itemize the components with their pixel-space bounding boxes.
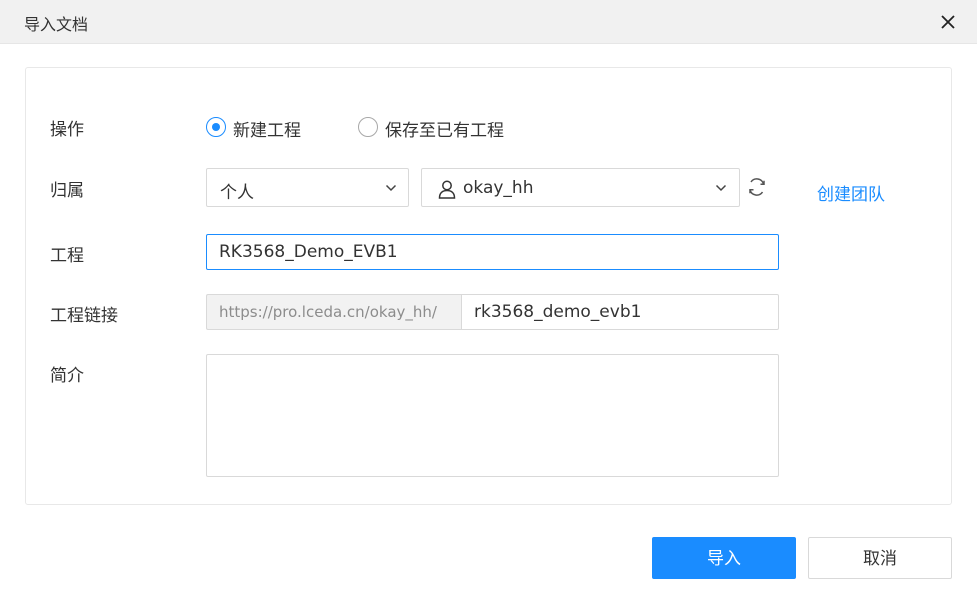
project-name-input[interactable] [206, 234, 779, 270]
description-textarea[interactable] [206, 354, 779, 477]
radio-unchecked-icon [358, 117, 378, 137]
radio-checked-icon [206, 117, 226, 137]
close-icon [941, 15, 955, 29]
refresh-button[interactable] [746, 176, 768, 198]
operation-label: 操作 [50, 120, 84, 140]
close-button[interactable] [933, 8, 963, 36]
import-button[interactable]: 导入 [652, 537, 796, 579]
project-label: 工程 [50, 246, 84, 266]
project-link-input[interactable] [461, 294, 779, 330]
owner-label: 归属 [50, 181, 84, 201]
import-document-dialog: 导入文档 操作 新建工程 保存至已有工程 归属 个人 okay_hh 创建团队 … [0, 0, 977, 601]
dialog-titlebar: 导入文档 [0, 0, 977, 44]
owner-user-value: okay_hh [463, 178, 534, 198]
owner-scope-value: 个人 [220, 183, 254, 203]
chevron-down-icon [385, 184, 397, 192]
radio-save-existing-project-label: 保存至已有工程 [385, 121, 504, 141]
create-team-link[interactable]: 创建团队 [817, 180, 885, 205]
user-icon [438, 180, 456, 199]
owner-user-select[interactable]: okay_hh [421, 168, 740, 207]
refresh-icon [749, 178, 765, 196]
description-label: 简介 [50, 366, 84, 386]
chevron-down-icon [715, 184, 727, 192]
cancel-button[interactable]: 取消 [808, 537, 952, 579]
radio-new-project-label: 新建工程 [233, 121, 301, 141]
project-link-label: 工程链接 [50, 306, 118, 326]
owner-scope-select[interactable]: 个人 [206, 168, 409, 207]
project-link-prefix: https://pro.lceda.cn/okay_hh/ [206, 294, 462, 330]
dialog-title: 导入文档 [24, 15, 89, 34]
